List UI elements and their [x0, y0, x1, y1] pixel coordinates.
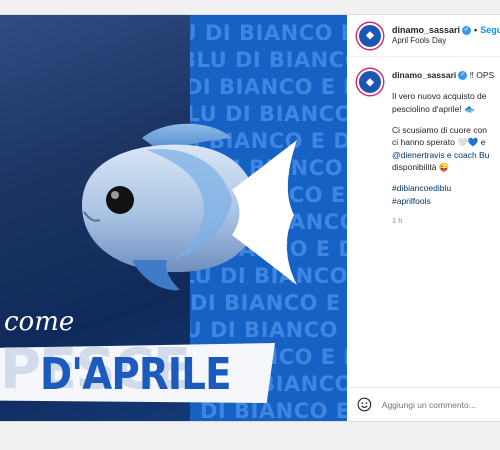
caption-paragraph: Ci scusiamo di cuore con ci hanno sperat…	[392, 124, 500, 173]
team-logo-icon: ◆	[366, 76, 374, 88]
add-comment-input[interactable]	[381, 399, 500, 410]
fish-emoji-illustration	[72, 110, 312, 310]
separator-dot: •	[474, 24, 478, 35]
post-sidebar: ◆ dinamo_sassari ✓ • Segu April Fools Day ◆…	[347, 15, 500, 421]
hashtag-link[interactable]: #aprilfools	[392, 196, 431, 206]
caption-hashtags: #dibiancoediblu #aprilfools	[392, 182, 500, 207]
header-username-row: dinamo_sassari ✓ • Segu	[392, 25, 500, 36]
follow-button[interactable]: Segu	[480, 25, 500, 35]
caption-username[interactable]: dinamo_sassari	[392, 70, 456, 80]
location-link[interactable]: April Fools Day	[392, 36, 500, 46]
avatar[interactable]: ◆	[357, 22, 383, 49]
comment-composer	[347, 387, 500, 421]
avatar[interactable]: ◆	[357, 69, 383, 95]
caption-body: dinamo_sassari ✓ ‼ OPS Il vero nuovo acqu…	[392, 69, 500, 227]
stripe-text: BLU DI BIANCO E DI BLU DI BIANCO	[190, 48, 347, 72]
caption-line: Il vero nuovo acquisto de	[392, 91, 487, 102]
instagram-post: BLU DI BIANCO E DI BLU DI BIANCO BLU DI …	[0, 14, 500, 422]
team-logo-icon: ◆	[366, 30, 374, 41]
post-timestamp[interactable]: 1 h	[392, 216, 500, 227]
caption-badge: ‼ OPS	[469, 70, 495, 80]
caption-line: ci hanno sperato 🤍💙 e	[392, 137, 486, 148]
stripe-text: BLU DI BIANCO E DI BLU DI BIANCO	[190, 75, 347, 99]
caption-first-paragraph: dinamo_sassari ✓ ‼ OPS	[392, 69, 500, 81]
headline-daprile: D'APRILE	[40, 349, 232, 400]
stripe-text: BLU DI BIANCO E DI BLU DI BIANCO	[190, 318, 347, 342]
header-username[interactable]: dinamo_sassari	[392, 25, 460, 35]
caption-line: disponibilità 😜	[392, 161, 450, 172]
verified-badge-icon: ✓	[458, 71, 468, 81]
hashtag-link[interactable]: #dibiancoediblu	[392, 183, 451, 193]
caption-paragraph: Il vero nuovo acquisto de pesciolino d'a…	[392, 90, 500, 115]
header-info: dinamo_sassari ✓ • Segu April Fools Day	[392, 25, 500, 46]
caption-comment: ◆ dinamo_sassari ✓ ‼ OPS Il vero nuovo ac…	[347, 57, 500, 227]
post-header: ◆ dinamo_sassari ✓ • Segu April Fools Day	[347, 15, 500, 57]
stripe-text: BLU DI BIANCO E DI BLU DI BIANCO	[190, 21, 347, 45]
caption-line: Ci scusiamo di cuore con	[392, 124, 487, 135]
post-image[interactable]: BLU DI BIANCO E DI BLU DI BIANCO BLU DI …	[0, 15, 347, 421]
headline-come: come	[4, 307, 75, 337]
emoji-icon[interactable]	[357, 397, 372, 412]
caption-line-mention[interactable]: @dienertravis e coach Bu	[392, 150, 489, 160]
verified-badge-icon: ✓	[462, 26, 472, 35]
caption-line: pesciolino d'aprile! 🐟	[392, 103, 475, 114]
